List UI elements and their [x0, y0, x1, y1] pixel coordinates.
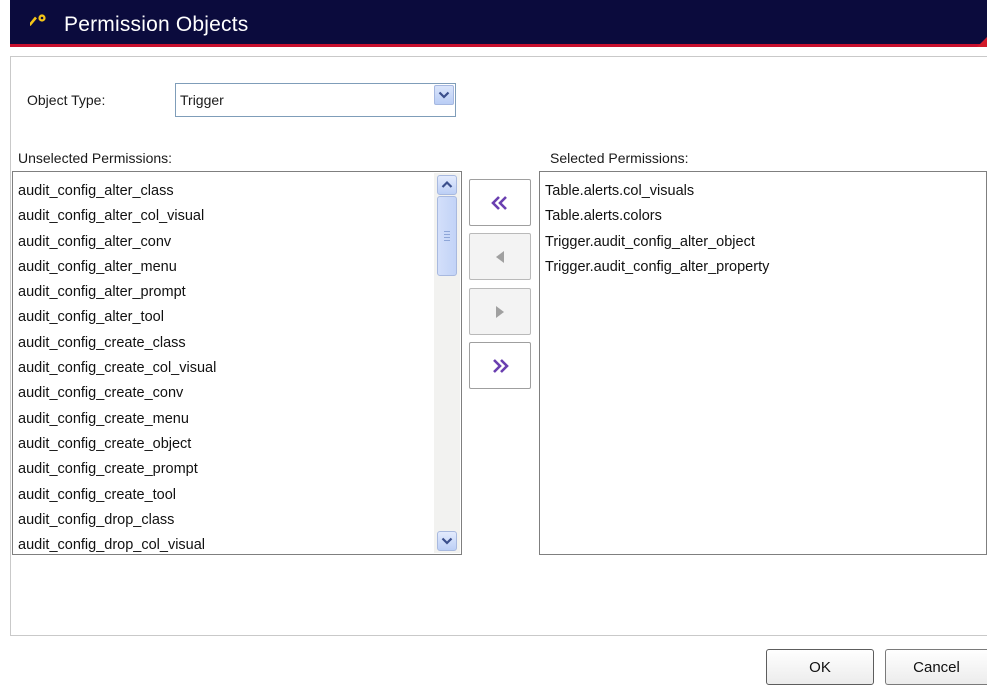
remove-button[interactable]	[469, 233, 531, 280]
selected-permissions-list[interactable]: Table.alerts.col_visuals Table.alerts.col…	[539, 171, 987, 555]
list-item[interactable]: audit_config_alter_prompt	[13, 282, 216, 307]
selected-items: Table.alerts.col_visuals Table.alerts.col…	[540, 181, 769, 282]
scrollbar[interactable]	[434, 173, 460, 553]
list-item[interactable]: Trigger.audit_config_alter_property	[540, 257, 769, 282]
left-arrow-icon	[496, 250, 504, 263]
double-left-arrow-icon	[491, 195, 507, 210]
list-item[interactable]: audit_config_alter_tool	[13, 307, 216, 332]
list-item[interactable]: audit_config_create_prompt	[13, 459, 216, 484]
chevron-down-icon	[441, 537, 453, 545]
add-all-button[interactable]	[469, 342, 531, 389]
title-accent-line	[10, 44, 987, 47]
list-item[interactable]: audit_config_create_col_visual	[13, 358, 216, 383]
unselected-permissions-list[interactable]: audit_config_alter_class audit_config_alt…	[12, 171, 462, 555]
add-button[interactable]	[469, 288, 531, 335]
double-right-arrow-icon	[493, 358, 509, 373]
selected-permissions-label: Selected Permissions:	[550, 150, 689, 166]
scroll-down-button[interactable]	[437, 531, 457, 551]
list-item[interactable]: audit_config_alter_col_visual	[13, 206, 216, 231]
cancel-button[interactable]: Cancel	[885, 649, 987, 685]
list-item[interactable]: audit_config_alter_menu	[13, 257, 216, 282]
chevron-up-icon	[441, 180, 453, 188]
title-corner-mark	[977, 37, 987, 47]
unselected-items: audit_config_alter_class audit_config_alt…	[13, 181, 216, 554]
list-item[interactable]: audit_config_create_menu	[13, 409, 216, 434]
ok-button[interactable]: OK	[766, 649, 874, 685]
key-icon	[30, 14, 46, 27]
dialog-title: Permission Objects	[64, 13, 249, 36]
list-item[interactable]: audit_config_drop_class	[13, 510, 216, 535]
list-item[interactable]: Table.alerts.colors	[540, 206, 769, 231]
list-item[interactable]: audit_config_alter_conv	[13, 232, 216, 257]
list-item[interactable]: audit_config_create_object	[13, 434, 216, 459]
list-item[interactable]: Trigger.audit_config_alter_object	[540, 232, 769, 257]
list-item[interactable]: audit_config_create_conv	[13, 383, 216, 408]
right-arrow-icon	[496, 305, 504, 318]
chevron-down-icon[interactable]	[434, 85, 454, 105]
remove-all-button[interactable]	[469, 179, 531, 226]
object-type-select[interactable]: Trigger	[175, 83, 456, 117]
list-item[interactable]: audit_config_alter_class	[13, 181, 216, 206]
list-item[interactable]: audit_config_create_tool	[13, 485, 216, 510]
list-item[interactable]: audit_config_create_class	[13, 333, 216, 358]
object-type-label: Object Type:	[27, 92, 106, 108]
dialog-titlebar: Permission Objects	[10, 0, 987, 47]
unselected-permissions-label: Unselected Permissions:	[18, 150, 173, 166]
object-type-value: Trigger	[180, 92, 224, 108]
scroll-thumb[interactable]	[437, 196, 457, 276]
list-item[interactable]: audit_config_drop_col_visual	[13, 535, 216, 554]
scroll-up-button[interactable]	[437, 175, 457, 195]
list-item[interactable]: Table.alerts.col_visuals	[540, 181, 769, 206]
